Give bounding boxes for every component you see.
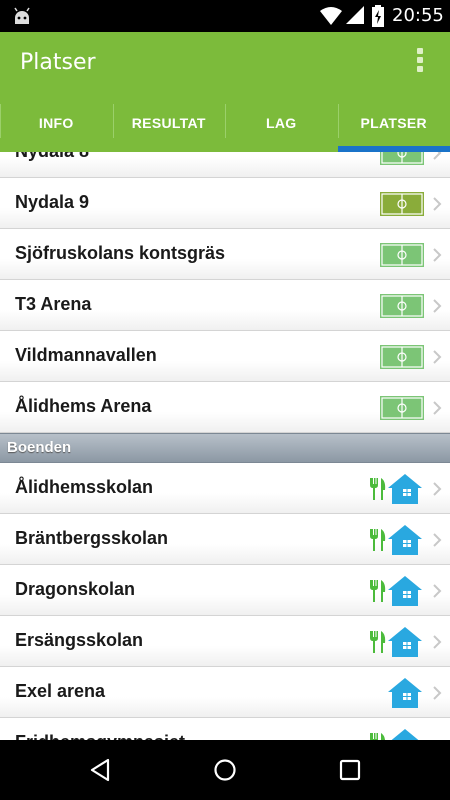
house-icon	[388, 576, 422, 606]
status-clock: 20:55	[392, 5, 444, 26]
field-icon	[380, 345, 424, 369]
accommodation-name: Fridhemsgymnasiet	[15, 732, 185, 740]
screen: 20:55 Platser INFO RESULTAT LAG PLATSER	[0, 0, 450, 800]
chevron-right-icon	[433, 152, 442, 160]
battery-charging-icon	[372, 5, 384, 27]
wifi-icon	[320, 7, 342, 25]
grass-field-icon	[380, 192, 424, 216]
tab-label: RESULTAT	[131, 115, 206, 131]
list-item-venue[interactable]: Nydala 9	[0, 178, 450, 229]
chevron-right-icon	[433, 350, 442, 364]
tab-label: LAG	[266, 115, 297, 131]
venue-name: Nydala 8	[15, 152, 89, 162]
list-item-venue[interactable]: Vildmannavallen	[0, 331, 450, 382]
chevron-right-icon	[433, 401, 442, 415]
cutlery-icon	[370, 478, 386, 500]
tab-resultat[interactable]: RESULTAT	[112, 104, 226, 152]
field-icon	[380, 152, 424, 165]
venue-name: Nydala 9	[15, 192, 90, 212]
chevron-right-icon	[433, 197, 442, 211]
house-icon	[388, 678, 422, 708]
field-icon	[380, 294, 424, 318]
accommodation-name: Dragonskolan	[15, 579, 136, 599]
system-nav-bar	[0, 740, 450, 800]
list-item-accommodation[interactable]: Dragonskolan	[0, 565, 450, 616]
section-title: Boenden	[7, 439, 72, 456]
house-icon	[388, 627, 422, 657]
accommodation-name: Bräntbergsskolan	[15, 528, 169, 548]
list-item-venue[interactable]: Nydala 8	[0, 152, 450, 178]
android-icon	[14, 7, 30, 24]
accommodation-name: Ersängsskolan	[15, 630, 144, 650]
cutlery-icon	[370, 631, 386, 653]
accommodation-name: Exel arena	[15, 681, 106, 701]
cutlery-icon	[370, 529, 386, 551]
list-item-accommodation[interactable]: Ersängsskolan	[0, 616, 450, 667]
field-icon	[380, 396, 424, 420]
chevron-right-icon	[433, 533, 442, 547]
house-icon	[388, 474, 422, 504]
chevron-right-icon	[433, 584, 442, 598]
tab-label: INFO	[38, 115, 74, 131]
house-icon	[391, 729, 419, 740]
list-item-accommodation[interactable]: Bräntbergsskolan	[0, 514, 450, 565]
status-bar: 20:55	[0, 0, 450, 32]
field-icon	[380, 243, 424, 267]
list-item-accommodation[interactable]: Exel arena	[0, 667, 450, 718]
tab-platser[interactable]: PLATSER	[337, 104, 450, 152]
list-item-accommodation[interactable]: Fridhemsgymnasiet	[0, 718, 450, 740]
chevron-right-icon	[433, 248, 442, 262]
recents-icon[interactable]	[336, 756, 364, 784]
section-header-boenden: Boenden	[0, 433, 450, 463]
back-icon[interactable]	[86, 756, 114, 784]
tab-bar: INFO RESULTAT LAG PLATSER	[0, 104, 450, 152]
list-item-accommodation[interactable]: Ålidhemsskolan	[0, 463, 450, 514]
venue-name: Sjöfruskolans kontsgräs	[15, 243, 226, 263]
venue-name: Vildmannavallen	[15, 345, 157, 365]
chevron-right-icon	[433, 635, 442, 649]
chevron-right-icon	[433, 482, 442, 496]
venue-name: T3 Arena	[15, 294, 92, 314]
list-item-venue[interactable]: Sjöfruskolans kontsgräs	[0, 229, 450, 280]
tab-label: PLATSER	[360, 115, 427, 131]
signal-icon	[346, 6, 364, 24]
chevron-right-icon	[433, 686, 442, 700]
page-title: Platser	[20, 50, 96, 75]
list-item-venue[interactable]: Ålidhems Arena	[0, 382, 450, 433]
tab-info[interactable]: INFO	[0, 104, 113, 152]
app-bar: Platser	[0, 32, 450, 104]
places-list[interactable]: Nydala 8 Nydala 9 Sj	[0, 152, 450, 740]
tab-lag[interactable]: LAG	[225, 104, 338, 152]
cutlery-icon	[370, 580, 386, 602]
venue-name: Ålidhems Arena	[15, 396, 152, 416]
cutlery-icon	[370, 733, 386, 740]
house-icon	[388, 525, 422, 555]
home-icon[interactable]	[211, 756, 239, 784]
accommodation-name: Ålidhemsskolan	[15, 477, 154, 497]
list-item-venue[interactable]: T3 Arena	[0, 280, 450, 331]
overflow-menu-icon[interactable]	[414, 48, 426, 78]
chevron-right-icon	[433, 299, 442, 313]
